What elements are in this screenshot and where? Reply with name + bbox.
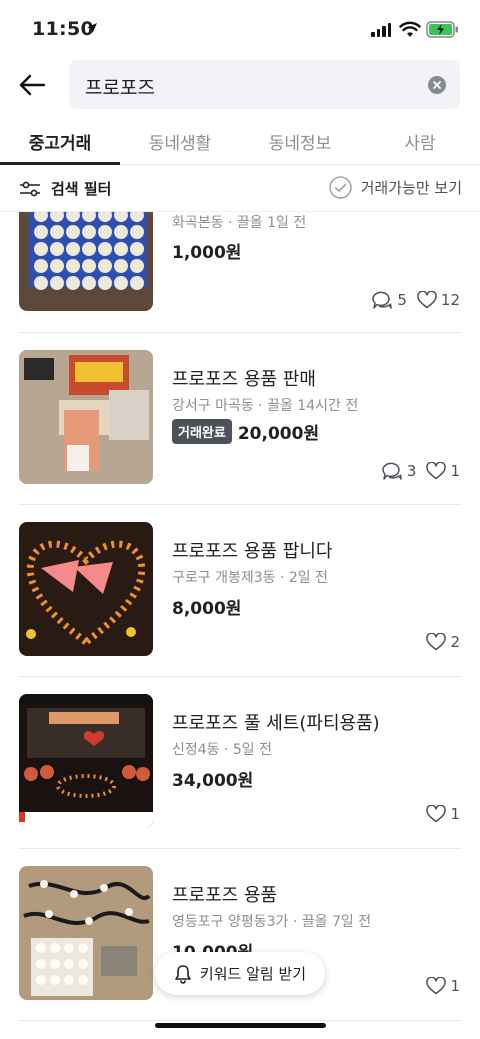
- item-stats: 1: [420, 977, 460, 995]
- comment-count: 5: [371, 290, 407, 310]
- category-tabs: 중고거래 동네생활 동네정보 사람: [0, 117, 480, 165]
- item-divider: [19, 1020, 461, 1021]
- item-list: 화곡본동 · 끌올 1일 전 1,000원 5 12 프로포즈 용품 판매 강서…: [0, 212, 480, 1039]
- home-indicator: [155, 1023, 326, 1028]
- like-count: 2: [426, 633, 460, 651]
- keyword-alert-label: 키워드 알림 받기: [199, 965, 307, 983]
- item-stats: 1: [420, 805, 460, 823]
- item-meta: 신정4동 · 5일 전: [172, 742, 273, 758]
- item-title: 프로포즈 용품 팝니다: [172, 541, 333, 562]
- like-count-value: 1: [450, 805, 460, 823]
- check-circle-icon: [328, 176, 352, 199]
- item-title: 프로포즈 풀 세트(파티용품): [172, 713, 380, 734]
- item-meta: 영등포구 양평동3가 · 끌올 7일 전: [172, 914, 372, 930]
- location-arrow-icon: [87, 23, 97, 33]
- search-filter-label: 검색 필터: [51, 180, 112, 198]
- item-meta: 강서구 마곡동 · 끌올 14시간 전: [172, 398, 359, 414]
- tab-used-trade[interactable]: 중고거래: [0, 129, 120, 154]
- search-filter-button[interactable]: 검색 필터: [19, 178, 111, 199]
- available-only-label: 거래가능만 보기: [360, 179, 462, 197]
- signal-icon: [371, 23, 391, 37]
- item-meta: 구로구 개봉제3동 · 2일 전: [172, 570, 328, 586]
- active-tab-indicator: [0, 162, 120, 165]
- item-price: 34,000원: [172, 766, 253, 791]
- tab-people[interactable]: 사람: [360, 129, 480, 154]
- like-count-value: 1: [450, 462, 460, 480]
- like-count-value: 12: [440, 291, 460, 309]
- filter-sliders-icon: [20, 181, 40, 196]
- item-price: 거래완료 20,000원: [172, 419, 319, 444]
- comment-count-value: 3: [406, 462, 417, 480]
- item-thumbnail: [19, 866, 153, 1000]
- item-thumbnail: [19, 350, 153, 484]
- search-input[interactable]: 프로포즈: [69, 60, 460, 109]
- heart-icon: [426, 633, 447, 651]
- item-thumbnail: [19, 212, 153, 311]
- sold-badge: 거래완료: [172, 419, 232, 444]
- search-query-text[interactable]: 프로포즈: [85, 73, 155, 100]
- item-stats: 2: [420, 633, 460, 651]
- list-item[interactable]: 프로포즈 용품 팝니다 구로구 개봉제3동 · 2일 전 8,000원 2: [0, 505, 480, 677]
- like-count-value: 1: [450, 977, 460, 995]
- search-header: 프로포즈: [0, 60, 480, 110]
- item-price-value: 8,000원: [172, 599, 242, 619]
- item-stats: 3 1: [375, 461, 460, 481]
- list-item[interactable]: 프로포즈 용품 영등포구 양평동3가 · 끌올 7일 전 10,000원 1: [0, 849, 480, 1021]
- clear-icon[interactable]: [428, 76, 446, 94]
- comment-icon: [382, 462, 402, 480]
- item-price-value: 1,000원: [172, 243, 242, 263]
- battery-icon: [426, 21, 458, 38]
- tab-community[interactable]: 동네생활: [120, 129, 240, 154]
- available-only-toggle[interactable]: 거래가능만 보기: [328, 176, 462, 199]
- keyword-alert-button[interactable]: 키워드 알림 받기: [155, 952, 325, 995]
- comment-count-value: 5: [397, 291, 407, 309]
- status-bar: 11:50: [0, 0, 480, 58]
- like-count: 1: [426, 462, 460, 480]
- wifi-icon: [399, 21, 421, 37]
- item-title: 프로포즈 용품: [172, 885, 278, 906]
- list-item[interactable]: 화곡본동 · 끌올 1일 전 1,000원 5 12: [0, 212, 480, 339]
- comment-icon: [372, 291, 393, 309]
- heart-icon: [417, 291, 437, 309]
- heart-icon: [426, 977, 447, 995]
- list-item[interactable]: 프로포즈 풀 세트(파티용품) 신정4동 · 5일 전 34,000원 1: [0, 677, 480, 849]
- item-thumbnail: [19, 694, 153, 828]
- item-stats: 5 12: [365, 290, 460, 310]
- item-price-value: 34,000원: [172, 771, 254, 791]
- item-price: 8,000원: [172, 594, 241, 619]
- like-count: 1: [426, 805, 460, 823]
- item-meta: 화곡본동 · 끌올 1일 전: [172, 215, 307, 231]
- item-price: 1,000원: [172, 238, 241, 263]
- item-thumbnail: [19, 522, 153, 656]
- item-price-value: 20,000원: [237, 424, 320, 444]
- back-arrow-icon[interactable]: [18, 73, 46, 97]
- item-title: 프로포즈 용품 판매: [172, 369, 316, 390]
- like-count: 1: [426, 977, 460, 995]
- heart-icon: [426, 805, 447, 823]
- tab-local-info[interactable]: 동네정보: [240, 129, 360, 154]
- bell-icon: [175, 964, 191, 984]
- list-item[interactable]: 프로포즈 용품 판매 강서구 마곡동 · 끌올 14시간 전 거래완료 20,0…: [0, 333, 480, 505]
- status-time: 11:50: [32, 18, 94, 40]
- comment-count: 3: [381, 461, 417, 481]
- heart-icon: [426, 462, 447, 480]
- like-count: 12: [417, 291, 460, 309]
- like-count-value: 2: [450, 633, 460, 651]
- filter-bar: 검색 필터 거래가능만 보기: [0, 166, 480, 212]
